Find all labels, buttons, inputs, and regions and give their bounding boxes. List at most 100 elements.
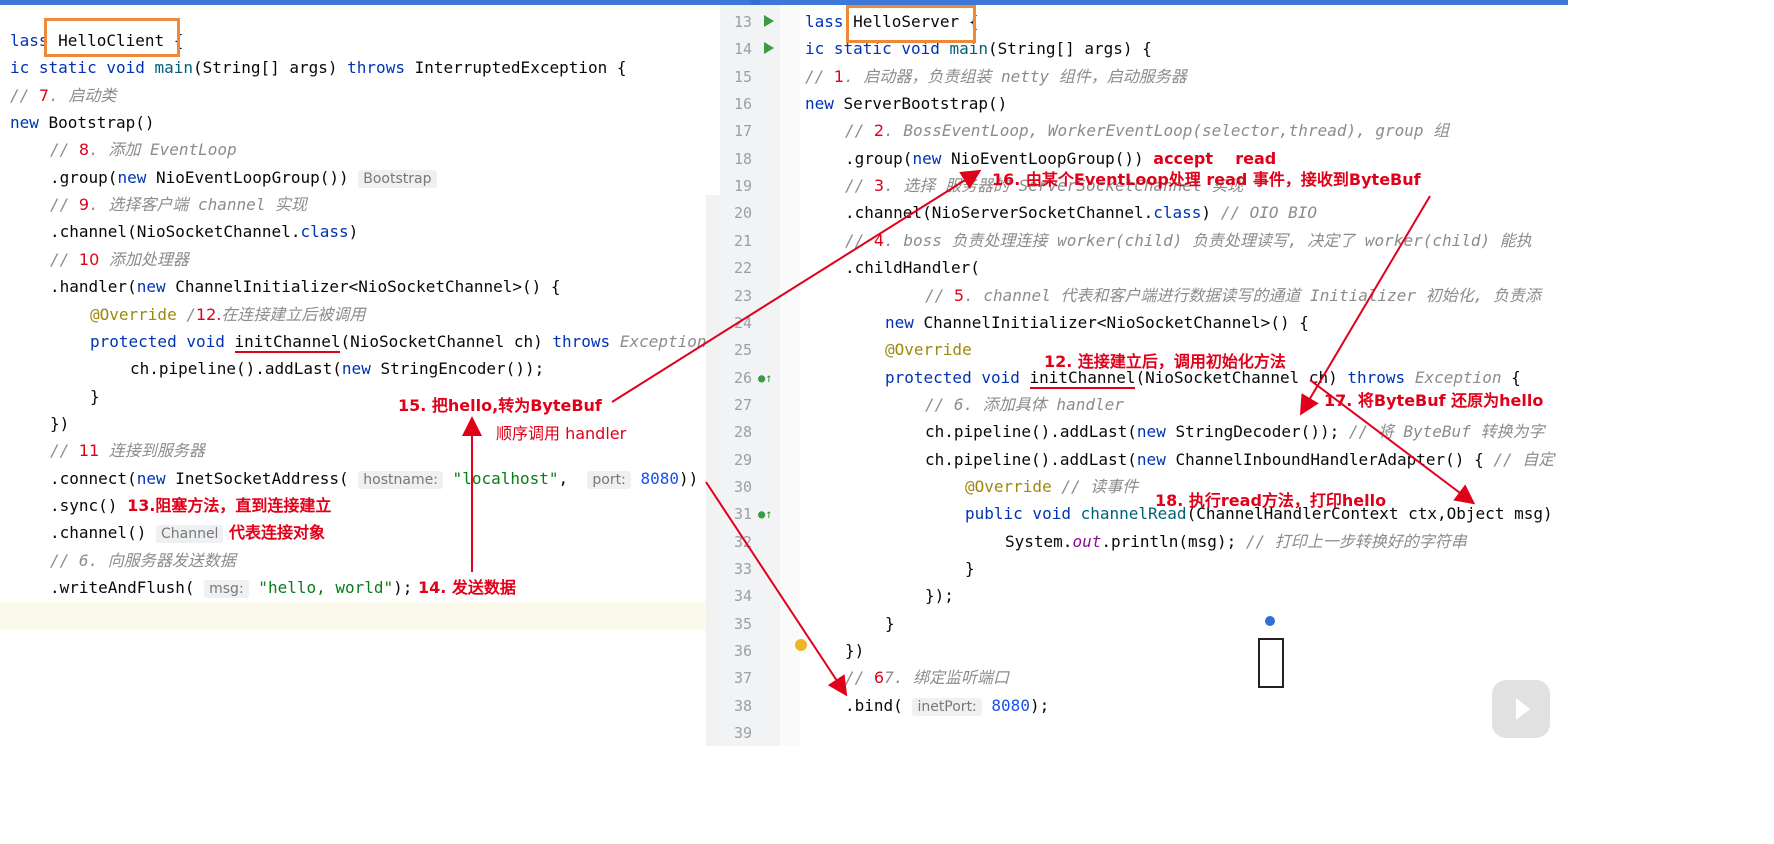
code-token: .bind( <box>845 695 913 715</box>
client-code-line[interactable]: new Bootstrap() <box>10 109 155 136</box>
client-code-line[interactable]: lass HelloClient { <box>10 27 183 54</box>
code-token: // OIO BIO <box>1220 203 1318 223</box>
server-editor-pane[interactable]: 13 14 15 16 17 18 19 20 21 22 23 24 25 26 ●↑ 27 28 29 30 31… <box>720 5 1568 746</box>
server-code-line[interactable]: .channel(NioServerSocketChannel.class) /… <box>845 199 1317 226</box>
code-token: .group( <box>50 167 118 187</box>
client-code-line[interactable]: // 8. 添加 EventLoop <box>50 136 237 163</box>
code-token: new <box>136 277 176 297</box>
server-code-line[interactable]: .bind( inetPort: 8080); <box>845 692 1049 719</box>
server-code-line[interactable]: // 1. 启动器，负责组装 netty 组件，启动服务器 <box>805 63 1187 90</box>
client-code-line[interactable]: protected void initChannel(NioSocketChan… <box>90 328 707 355</box>
annotation-15-sub: 顺序调用 handler <box>496 424 627 443</box>
code-token: 8080 <box>981 695 1030 715</box>
code-token: HelloServer <box>853 12 960 31</box>
code-token: .childHandler( <box>845 258 980 278</box>
code-token: public void <box>965 504 1081 524</box>
code-token: "hello, world" <box>248 578 394 597</box>
annotation-15: 15. 把hello,转为ByteBuf <box>398 396 602 415</box>
client-code-line[interactable]: // 6. 向服务器发送数据 <box>50 547 236 574</box>
code-token: .channel(NioServerSocketChannel. <box>845 203 1154 223</box>
code-token: 12. <box>195 304 222 324</box>
client-code-line[interactable]: // 10 添加处理器 <box>50 246 189 273</box>
code-token: Bootstrap() <box>48 113 155 133</box>
line-number: 34 <box>733 587 752 606</box>
server-code-line[interactable]: } <box>885 610 895 637</box>
code-token: ic static void <box>10 58 155 78</box>
server-code-line[interactable]: // 2. BossEventLoop, WorkerEventLoop(sel… <box>845 117 1449 144</box>
code-token: 代表连接对象 <box>223 523 326 543</box>
code-token: .writeAndFlush( <box>50 578 205 597</box>
server-code-line[interactable]: lass HelloServer { <box>805 8 978 35</box>
client-code-line[interactable]: ic static void main(String[] args) throw… <box>10 54 627 81</box>
code-token: . 启动器，负责组装 netty 组件，启动服务器 <box>844 66 1187 86</box>
client-code-line[interactable]: // 7. 启动类 <box>10 82 116 109</box>
server-code-line[interactable]: @Override // 读事件 <box>965 473 1138 500</box>
client-code-line[interactable]: .group(new NioEventLoopGroup()) Bootstra… <box>50 164 437 191</box>
code-token: ChannelInitializer<NioSocketChannel>() { <box>923 312 1309 332</box>
play-icon[interactable] <box>1492 680 1550 738</box>
lightbulb-icon[interactable] <box>795 639 807 651</box>
code-token: { <box>164 31 184 50</box>
run-icon[interactable] <box>764 42 774 55</box>
run-icon[interactable] <box>764 15 774 27</box>
client-editor-pane[interactable]: lass HelloClient {ic static void main(St… <box>0 5 720 746</box>
server-code-line[interactable]: new ServerBootstrap() <box>805 90 1007 117</box>
code-token: } <box>90 386 100 406</box>
server-code-line[interactable]: .childHandler( <box>845 254 980 281</box>
code-token: class <box>300 222 349 242</box>
code-token: 3 <box>873 176 885 196</box>
server-code-line[interactable]: // 4. boss 负责处理连接 worker(child) 负责处理读写, … <box>845 227 1532 254</box>
server-code-line[interactable]: }) <box>845 637 864 664</box>
code-token: new <box>10 113 49 133</box>
server-code-line[interactable]: } <box>965 555 975 582</box>
code-token: // <box>845 176 874 196</box>
code-token: // 6. 添加具体 handler <box>925 394 1124 414</box>
code-token: 4 <box>873 230 885 250</box>
server-code-line[interactable]: // 67. 绑定监听端口 <box>845 664 1009 691</box>
code-token: lass <box>805 12 854 31</box>
code-token: // <box>50 249 79 269</box>
code-token: ic static void <box>805 39 950 59</box>
code-token: / <box>186 304 196 324</box>
code-token: // <box>50 441 79 461</box>
server-code-line[interactable]: }); <box>925 582 954 609</box>
code-token: initChannel <box>234 331 341 353</box>
client-code-line[interactable]: // 11 连接到服务器 <box>50 437 205 464</box>
line-number: 28 <box>733 423 752 442</box>
client-code-line[interactable]: .writeAndFlush( msg: "hello, world"); 14… <box>50 574 516 601</box>
server-code-line[interactable]: // 6. 添加具体 handler <box>925 391 1124 418</box>
line-number: 35 <box>733 614 752 633</box>
client-code-line[interactable]: ch.pipeline().addLast(new StringEncoder(… <box>130 355 544 382</box>
server-code-line[interactable]: ch.pipeline().addLast(new StringDecoder(… <box>925 418 1544 445</box>
line-number: 20 <box>733 204 752 223</box>
server-code-line[interactable]: new ChannelInitializer<NioSocketChannel>… <box>885 309 1309 336</box>
client-code-line[interactable]: } <box>90 383 100 410</box>
client-code-line[interactable]: .handler(new ChannelInitializer<NioSocke… <box>50 273 561 300</box>
server-code-line[interactable]: System.out.println(msg); // 打印上一步转换好的字符串 <box>1005 528 1467 555</box>
client-code-line[interactable]: .sync() 13.阻塞方法，直到连接建立 <box>50 492 331 519</box>
line-number: 38 <box>733 696 752 715</box>
code-token: 7 <box>38 85 50 105</box>
client-code-line[interactable]: .channel() Channel 代表连接对象 <box>50 519 325 546</box>
code-token: 13.阻塞方法，直到连接建立 <box>127 495 332 515</box>
server-code-line[interactable]: ic static void main(String[] args) { <box>805 35 1152 62</box>
server-code-line[interactable]: // 5. channel 代表和客户端进行数据读写的通道 Initialize… <box>925 282 1541 309</box>
server-code-line[interactable]: @Override <box>885 336 972 363</box>
selection-handle-dot[interactable] <box>1265 616 1275 626</box>
code-token: .channel(NioSocketChannel. <box>50 222 301 242</box>
client-code-line[interactable]: @Override /12.在连接建立后被调用 <box>90 301 365 328</box>
line-number: 30 <box>733 477 752 496</box>
client-code-line[interactable]: .channel(NioSocketChannel.class) <box>50 218 358 245</box>
server-code-line[interactable]: ch.pipeline().addLast(new ChannelInbound… <box>925 446 1554 473</box>
code-token: 1 <box>833 66 845 86</box>
client-code-line[interactable]: // 9. 选择客户端 channel 实现 <box>50 191 307 218</box>
client-code-line[interactable]: .connect(new InetSocketAddress( hostname… <box>50 465 698 492</box>
code-token: class <box>1153 203 1202 223</box>
client-code-line[interactable]: }) <box>50 410 69 437</box>
line-number: 26 <box>733 368 752 387</box>
override-marker-icon[interactable]: ●↑ <box>758 507 772 521</box>
code-token: 2 <box>873 121 885 141</box>
line-number: 17 <box>733 122 752 141</box>
line-number: 18 <box>733 149 752 168</box>
override-marker-icon[interactable]: ●↑ <box>758 371 772 385</box>
